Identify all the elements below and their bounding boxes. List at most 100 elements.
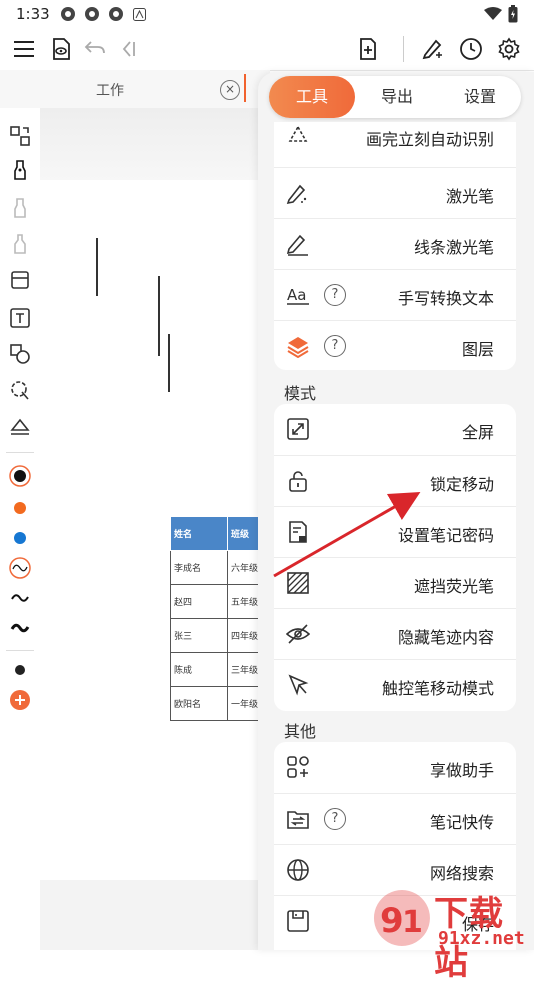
menu-button[interactable] xyxy=(9,34,39,64)
annotation-arrow xyxy=(273,492,421,578)
svg-text:Aa: Aa xyxy=(287,286,306,304)
status-bar: 1:33 xyxy=(0,0,534,28)
table-row: 张三 四年级2 xyxy=(170,618,263,653)
help-icon[interactable]: ? xyxy=(324,284,346,306)
text-box-icon xyxy=(10,308,30,328)
menu-item-line-laser-pen[interactable]: 线条激光笔 xyxy=(274,218,516,269)
left-toolbar xyxy=(0,108,40,950)
color-orange[interactable] xyxy=(8,496,32,520)
tab-tools[interactable]: 工具 xyxy=(269,76,355,118)
gear-icon xyxy=(498,37,520,61)
battery-icon xyxy=(508,5,518,23)
lasso-tool[interactable] xyxy=(8,378,32,402)
color-swatch-icon xyxy=(14,502,26,514)
menu-item-handwriting-text[interactable]: Aa ? 手写转换文本 xyxy=(274,269,516,320)
eye-off-icon xyxy=(286,624,310,644)
divider xyxy=(6,650,34,651)
stroke-thin-selected[interactable] xyxy=(8,556,32,580)
table-row: 欧阳名 一年级1 xyxy=(170,686,263,721)
eraser-icon xyxy=(11,271,29,289)
table-cell: 张三 xyxy=(170,618,228,653)
globe-icon xyxy=(287,859,309,881)
hamburger-icon xyxy=(14,41,34,57)
collapse-button[interactable] xyxy=(112,34,142,64)
section-title-mode: 模式 xyxy=(284,384,317,403)
menu-item-assistant[interactable]: 享做助手 xyxy=(274,742,516,792)
eraser-shape-tool[interactable] xyxy=(8,414,32,438)
text-tool[interactable] xyxy=(8,306,32,330)
section-title-other: 其他 xyxy=(284,722,317,741)
panel-segment-control: 工具 导出 设置 xyxy=(269,76,521,118)
fullscreen-icon xyxy=(287,418,309,440)
document-eye-icon xyxy=(53,38,70,60)
pen-tool[interactable] xyxy=(8,158,32,182)
menu-item-auto-recognize[interactable]: 画完立刻自动识别 xyxy=(274,116,516,164)
pencil-icon xyxy=(14,198,26,218)
assistant-icon xyxy=(287,756,309,778)
color-swatch-icon xyxy=(9,465,31,487)
table-cell: 欧阳名 xyxy=(170,686,228,721)
color-swatch-icon xyxy=(14,532,26,544)
fountain-pen-icon xyxy=(14,160,26,180)
svg-text:9: 9 xyxy=(380,901,404,941)
table-cell: 李成名 xyxy=(170,550,228,585)
preview-button[interactable] xyxy=(46,34,76,64)
shapes-icon xyxy=(10,344,30,364)
tab-close-icon[interactable]: × xyxy=(220,80,240,100)
collapse-left-icon xyxy=(122,41,135,57)
stroke-width-icon xyxy=(9,557,31,579)
toolbar-divider xyxy=(403,36,404,62)
menu-item-fullscreen[interactable]: 全屏 xyxy=(274,404,516,454)
stroke-thick[interactable] xyxy=(8,616,32,640)
canvas-top-margin xyxy=(40,108,270,180)
cursor-icon xyxy=(288,674,309,696)
stroke-medium[interactable] xyxy=(8,586,32,610)
help-icon[interactable]: ? xyxy=(324,808,346,830)
shape-recognize-icon xyxy=(288,125,308,142)
watermark-domain: 91xz.net xyxy=(438,928,525,949)
shape-tool[interactable] xyxy=(8,342,32,366)
tab-title[interactable]: 工作 xyxy=(80,80,140,100)
table-cell: 陈成 xyxy=(170,652,228,687)
history-button[interactable] xyxy=(456,34,486,64)
eraser-tool[interactable] xyxy=(8,268,32,292)
undo-button[interactable] xyxy=(80,34,110,64)
ink-stroke xyxy=(96,238,98,296)
table-header: 姓名 xyxy=(170,516,228,551)
menu-item-note-transfer[interactable]: ? 笔记快传 xyxy=(274,793,516,844)
menu-item-hide-ink[interactable]: 隐藏笔迹内容 xyxy=(274,608,516,659)
select-shapes-icon xyxy=(10,126,30,146)
laser-pen-icon xyxy=(286,184,307,205)
ink-stroke xyxy=(168,334,170,392)
divider xyxy=(6,452,34,453)
table-cell: 赵四 xyxy=(170,584,228,619)
help-icon[interactable]: ? xyxy=(324,335,346,357)
new-page-button[interactable] xyxy=(353,34,383,64)
tab-export[interactable]: 导出 xyxy=(355,76,439,118)
pen-add-button[interactable] xyxy=(418,34,448,64)
site-watermark: 9 1 下载站 91xz.net xyxy=(372,886,534,983)
menu-item-laser-pen[interactable]: 激光笔 xyxy=(274,167,516,218)
marker-tool[interactable] xyxy=(8,232,32,256)
triangle-eraser-icon xyxy=(10,418,30,435)
tab-indicator xyxy=(244,74,246,102)
top-toolbar xyxy=(0,28,534,71)
select-tool[interactable] xyxy=(8,124,32,148)
save-icon xyxy=(287,910,309,932)
add-page-icon xyxy=(360,38,376,60)
lasso-icon xyxy=(11,381,29,400)
color-black-selected[interactable] xyxy=(8,464,32,488)
pencil-tool[interactable] xyxy=(8,196,32,220)
settings-button[interactable] xyxy=(494,34,524,64)
status-time: 1:33 xyxy=(16,5,50,23)
add-color-button[interactable] xyxy=(8,688,32,712)
menu-item-stylus-move-mode[interactable]: 触控笔移动模式 xyxy=(274,659,516,710)
table-row: 赵四 五年级3 xyxy=(170,584,263,619)
menu-item-layers[interactable]: ? 图层 xyxy=(274,320,516,371)
watermark-logo-icon: 9 1 xyxy=(373,890,430,946)
point-size[interactable] xyxy=(8,658,32,682)
wifi-icon xyxy=(484,7,502,20)
tab-settings[interactable]: 设置 xyxy=(439,76,521,118)
color-blue[interactable] xyxy=(8,526,32,550)
notification-icon xyxy=(61,7,75,21)
